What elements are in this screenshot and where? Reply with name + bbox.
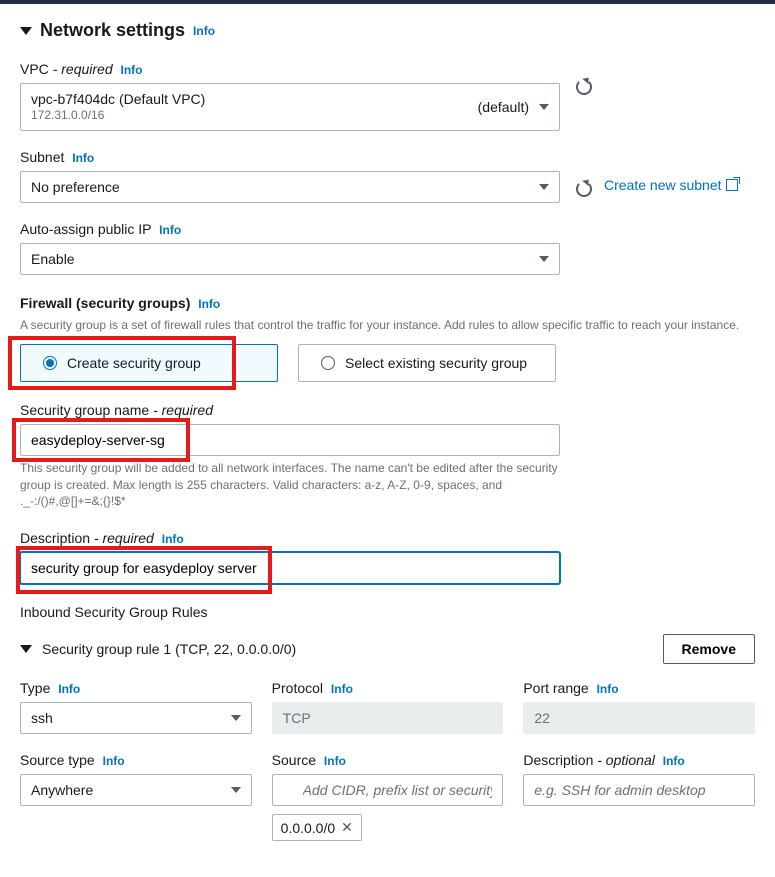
chevron-down-icon xyxy=(539,184,549,190)
sg-desc-label: Description - required Info xyxy=(20,530,560,546)
security-group-name-input[interactable] xyxy=(20,424,560,456)
subnet-select[interactable]: No preference xyxy=(20,171,560,203)
info-link[interactable]: Info xyxy=(58,682,80,696)
rule-source-input[interactable] xyxy=(272,774,504,806)
vpc-label: VPC - required Info xyxy=(20,61,560,77)
inbound-rules-title: Inbound Security Group Rules xyxy=(20,604,755,620)
info-link[interactable]: Info xyxy=(597,682,619,696)
chevron-down-icon xyxy=(539,256,549,262)
vpc-value: vpc-b7f404dc (Default VPC) xyxy=(31,90,205,108)
rule-source-type-label: Source type Info xyxy=(20,752,252,768)
info-link[interactable]: Info xyxy=(663,754,685,768)
public-ip-select[interactable]: Enable xyxy=(20,243,560,275)
rule-source-type-select[interactable]: Anywhere xyxy=(20,774,252,806)
chevron-down-icon xyxy=(539,104,549,110)
info-link[interactable]: Info xyxy=(331,682,353,696)
create-new-subnet-link[interactable]: Create new subnet xyxy=(604,177,738,193)
sg-name-label: Security group name - required xyxy=(20,402,560,418)
rule-desc-label: Description - optional Info xyxy=(523,752,755,768)
remove-chip-icon[interactable]: ✕ xyxy=(341,819,353,836)
external-link-icon xyxy=(726,179,738,191)
create-security-group-radio[interactable]: Create security group xyxy=(20,344,278,382)
firewall-label: Firewall (security groups) Info xyxy=(20,295,755,311)
vpc-cidr: 172.31.0.0/16 xyxy=(31,108,205,124)
info-link[interactable]: Info xyxy=(121,63,143,77)
rule-port-label: Port range Info xyxy=(523,680,755,696)
public-ip-label: Auto-assign public IP Info xyxy=(20,221,560,237)
info-link[interactable]: Info xyxy=(159,223,181,237)
public-ip-value: Enable xyxy=(31,251,75,267)
rule-summary: Security group rule 1 (TCP, 22, 0.0.0.0/… xyxy=(42,641,296,657)
sg-name-helper: This security group will be added to all… xyxy=(20,460,560,510)
rule-protocol-value: TCP xyxy=(272,702,504,734)
chevron-down-icon xyxy=(231,715,241,721)
info-link[interactable]: Info xyxy=(162,532,184,546)
security-group-description-input[interactable] xyxy=(20,552,560,584)
info-link[interactable]: Info xyxy=(324,754,346,768)
subnet-label: Subnet Info xyxy=(20,149,560,165)
info-link[interactable]: Info xyxy=(103,754,125,768)
section-title: Network settings xyxy=(40,20,185,41)
radio-selected-icon xyxy=(43,356,57,370)
vpc-select[interactable]: vpc-b7f404dc (Default VPC) 172.31.0.0/16… xyxy=(20,83,560,131)
rule-collapse-caret[interactable] xyxy=(20,645,32,653)
refresh-icon[interactable] xyxy=(576,79,592,95)
rule-protocol-label: Protocol Info xyxy=(272,680,504,696)
vpc-default-badge: (default) xyxy=(478,99,529,115)
section-collapse-caret[interactable] xyxy=(20,27,32,35)
info-link[interactable]: Info xyxy=(72,151,94,165)
rule-type-select[interactable]: ssh xyxy=(20,702,252,734)
rule-source-label: Source Info xyxy=(272,752,504,768)
chevron-down-icon xyxy=(231,787,241,793)
radio-unselected-icon xyxy=(321,356,335,370)
firewall-helper: A security group is a set of firewall ru… xyxy=(20,317,755,334)
refresh-icon[interactable] xyxy=(576,181,592,197)
rule-description-input[interactable] xyxy=(523,774,755,806)
rule-type-label: Type Info xyxy=(20,680,252,696)
info-link[interactable]: Info xyxy=(198,297,220,311)
select-existing-security-group-radio[interactable]: Select existing security group xyxy=(298,344,556,382)
rule-port-value: 22 xyxy=(523,702,755,734)
info-link[interactable]: Info xyxy=(193,24,215,38)
source-cidr-chip: 0.0.0.0/0 ✕ xyxy=(272,814,362,841)
remove-rule-button[interactable]: Remove xyxy=(663,634,755,664)
subnet-value: No preference xyxy=(31,179,120,195)
